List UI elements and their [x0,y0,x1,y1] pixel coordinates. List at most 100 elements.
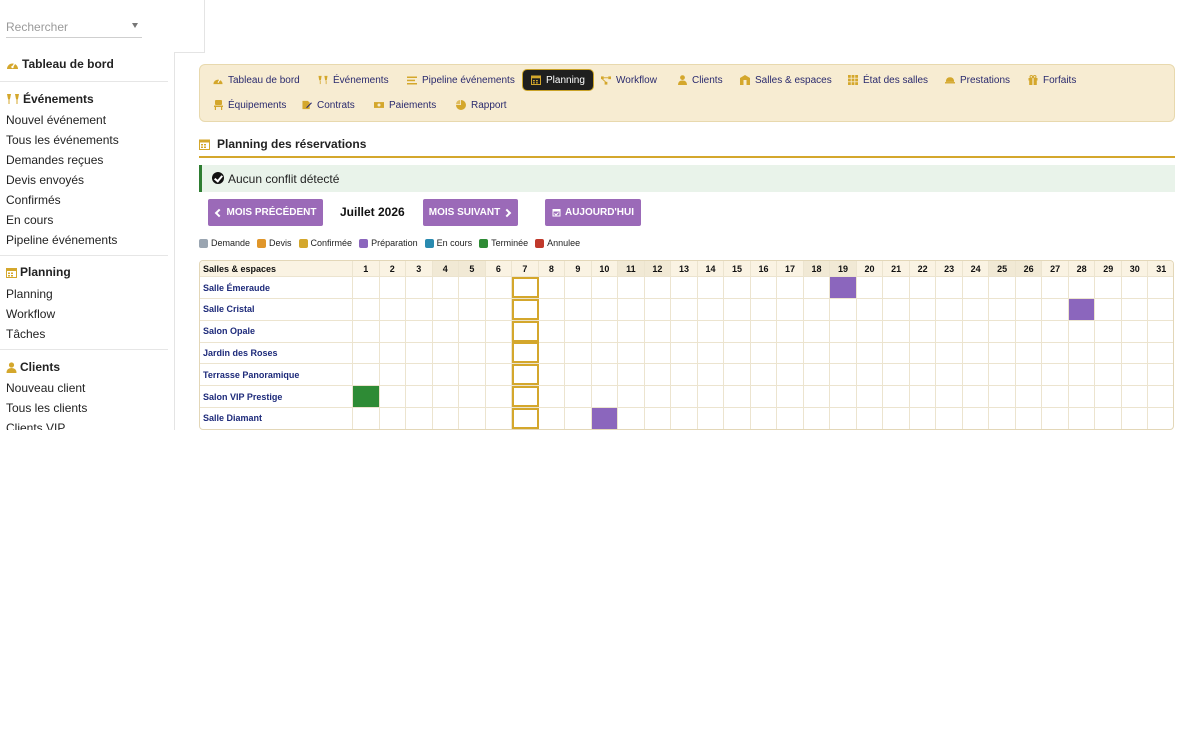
day-cell[interactable] [857,277,884,298]
day-cell[interactable] [777,277,804,298]
day-cell[interactable] [1016,298,1043,320]
room-name[interactable]: Salon VIP Prestige [200,386,353,407]
day-cell[interactable] [830,364,857,386]
day-cell[interactable] [830,342,857,364]
day-cell[interactable] [406,320,433,342]
day-cell[interactable] [936,277,963,298]
day-cell[interactable] [618,298,645,320]
day-cell[interactable] [724,320,751,342]
day-cell[interactable] [883,364,910,386]
day-cell[interactable] [1148,299,1173,320]
day-cell[interactable] [936,342,963,364]
previous-month-button[interactable]: MOIS PRÉCÉDENT [208,199,323,226]
day-cell[interactable] [486,320,513,342]
day-cell[interactable] [671,407,698,429]
day-cell[interactable] [459,407,486,429]
day-cell[interactable] [963,298,990,320]
room-name[interactable]: Jardin des Roses [200,342,353,364]
day-cell[interactable] [751,298,778,320]
day-cell[interactable] [1122,364,1149,386]
day-cell[interactable] [1095,320,1122,342]
day-cell[interactable] [1095,407,1122,429]
tab-grid[interactable]: État des salles [840,69,936,91]
day-cell[interactable] [406,298,433,320]
tab-calendar[interactable]: Planning [522,69,594,91]
day-cell[interactable] [857,298,884,320]
day-cell[interactable] [698,342,725,364]
day-cell[interactable] [671,277,698,298]
sidebar-section-events[interactable]: Événements [6,92,94,106]
day-cell[interactable] [565,407,592,429]
day-cell[interactable] [751,407,778,429]
sidebar-item-quotes[interactable]: Devis envoyés [6,173,84,187]
day-cell[interactable] [512,320,539,342]
day-cell[interactable] [830,277,857,298]
day-cell[interactable] [857,364,884,386]
day-cell[interactable] [963,342,990,364]
day-cell[interactable] [592,277,619,298]
day-cell[interactable] [565,277,592,298]
day-cell[interactable] [751,386,778,407]
day-cell[interactable] [1016,386,1043,407]
day-cell[interactable] [512,364,539,386]
day-cell[interactable] [618,364,645,386]
day-cell[interactable] [380,342,407,364]
room-name[interactable]: Salle Diamant [200,407,353,429]
day-cell[interactable] [353,277,380,298]
day-cell[interactable] [883,407,910,429]
day-cell[interactable] [645,364,672,386]
day-cell[interactable] [618,386,645,407]
day-cell[interactable] [618,342,645,364]
day-cell[interactable] [804,386,831,407]
day-cell[interactable] [1042,342,1069,364]
tab-money[interactable]: Paiements [366,94,444,116]
search-input[interactable]: Rechercher [6,14,142,38]
day-cell[interactable] [724,364,751,386]
sidebar-item-planning[interactable]: Planning [6,287,53,301]
day-cell[interactable] [751,342,778,364]
day-cell[interactable] [698,407,725,429]
day-cell[interactable] [1122,407,1149,429]
day-cell[interactable] [963,386,990,407]
day-cell[interactable] [989,298,1016,320]
day-cell[interactable] [512,298,539,320]
day-cell[interactable] [380,364,407,386]
day-cell[interactable] [539,386,566,407]
day-cell[interactable] [724,277,751,298]
day-cell[interactable] [433,320,460,342]
day-cell[interactable] [698,298,725,320]
day-cell[interactable] [592,364,619,386]
day-cell[interactable] [1122,320,1149,342]
day-cell[interactable] [671,364,698,386]
day-cell[interactable] [698,320,725,342]
day-cell[interactable] [353,298,380,320]
day-cell[interactable] [777,342,804,364]
day-cell[interactable] [1042,277,1069,298]
room-name[interactable]: Salle Émeraude [200,277,353,298]
day-cell[interactable] [1069,320,1096,342]
day-cell[interactable] [1122,342,1149,364]
day-cell[interactable] [963,277,990,298]
day-cell[interactable] [698,386,725,407]
day-cell[interactable] [353,342,380,364]
day-cell[interactable] [433,364,460,386]
day-cell[interactable] [459,342,486,364]
day-cell[interactable] [380,320,407,342]
day-cell[interactable] [459,277,486,298]
room-name[interactable]: Salon Opale [200,320,353,342]
day-cell[interactable] [1016,407,1043,429]
day-cell[interactable] [724,407,751,429]
day-cell[interactable] [539,364,566,386]
day-cell[interactable] [883,298,910,320]
day-cell[interactable] [433,386,460,407]
day-cell[interactable] [380,407,407,429]
tab-building[interactable]: Salles & espaces [732,69,840,91]
day-cell[interactable] [1042,298,1069,320]
day-cell[interactable] [857,342,884,364]
tab-gauge[interactable]: Tableau de bord [205,69,308,91]
sidebar-item-all-events[interactable]: Tous les événements [6,133,119,147]
day-cell[interactable] [777,320,804,342]
day-cell[interactable] [1042,364,1069,386]
day-cell[interactable] [486,407,513,429]
day-cell[interactable] [1148,364,1173,385]
